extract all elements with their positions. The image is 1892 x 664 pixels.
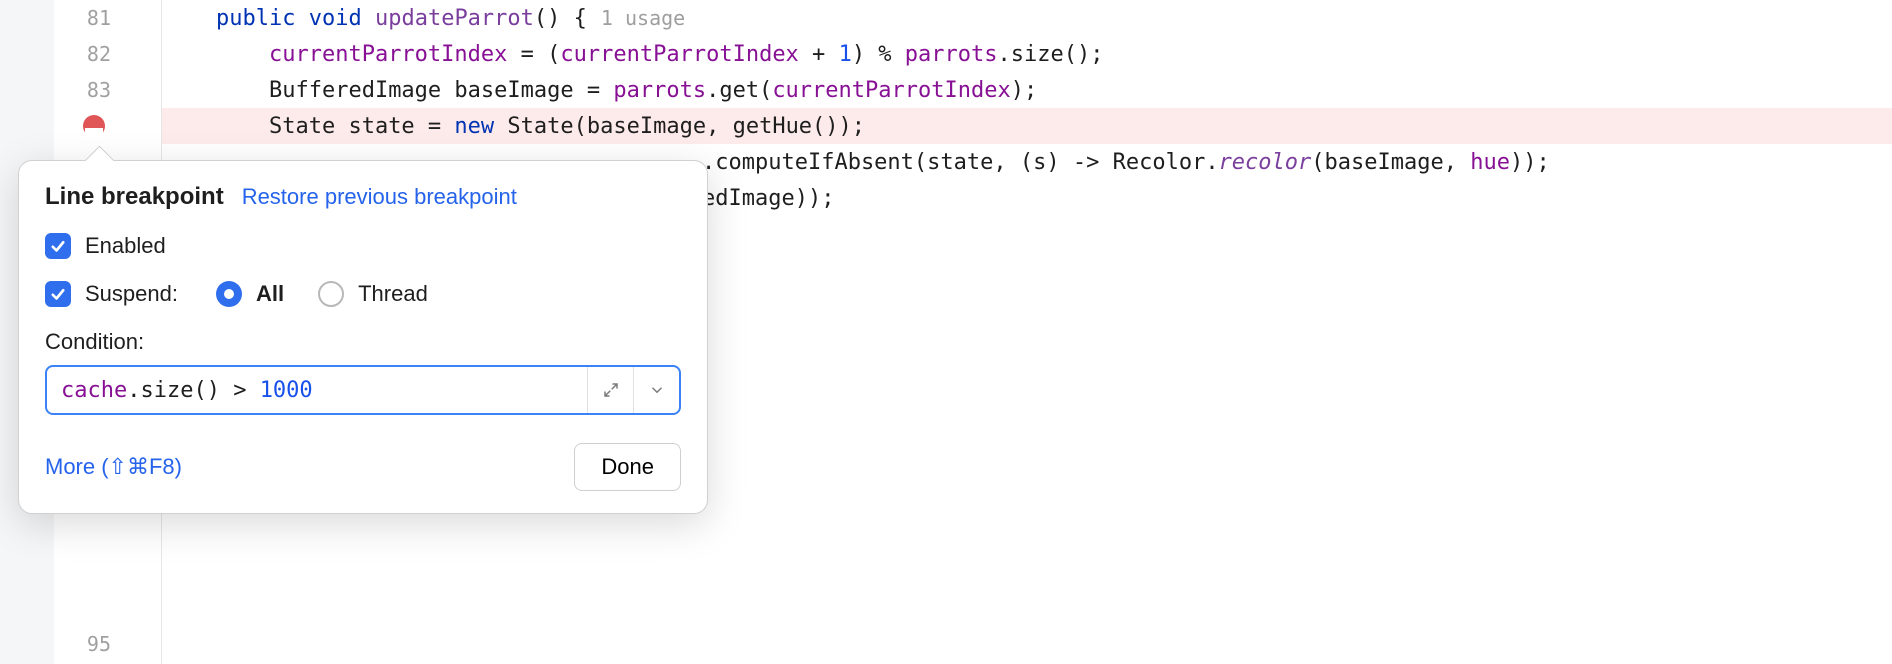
condition-input[interactable]: cache.size() > 1000 (47, 367, 587, 413)
gutter[interactable] (0, 108, 162, 144)
popup-header: Line breakpoint Restore previous breakpo… (45, 183, 681, 211)
code-text[interactable]: State state = new State(baseImage, getHu… (162, 114, 865, 139)
line-number: 83 (87, 78, 161, 102)
suspend-label: Suspend: (85, 281, 178, 307)
code-line: 83 BufferedImage baseImage = parrots.get… (0, 72, 1892, 108)
expand-icon[interactable] (587, 367, 633, 413)
popup-title: Line breakpoint (45, 183, 224, 211)
code-text[interactable]: currentParrotIndex = (currentParrotIndex… (162, 42, 1103, 67)
check-icon (49, 285, 67, 303)
suspend-thread-radio[interactable] (318, 281, 344, 307)
gutter[interactable]: 81 (0, 0, 162, 36)
line-number: 82 (87, 42, 161, 66)
line-number: 81 (87, 6, 161, 30)
gutter[interactable]: 83 (0, 72, 162, 108)
restore-breakpoint-link[interactable]: Restore previous breakpoint (242, 184, 517, 210)
code-line: 81 public void updateParrot() {1 usage (0, 0, 1892, 36)
gutter[interactable]: 82 (0, 36, 162, 72)
popup-footer: More (⇧⌘F8) Done (45, 443, 681, 491)
breakpoint-popup: Line breakpoint Restore previous breakpo… (18, 160, 708, 514)
suspend-checkbox[interactable] (45, 281, 71, 307)
enabled-label: Enabled (85, 233, 166, 259)
condition-input-wrap: cache.size() > 1000 (45, 365, 681, 415)
done-button[interactable]: Done (574, 443, 681, 491)
code-text[interactable]: public void updateParrot() {1 usage (162, 6, 685, 31)
suspend-row: Suspend: All Thread (45, 281, 681, 307)
suspend-all-radio[interactable] (216, 281, 242, 307)
radio-thread-label: Thread (358, 281, 428, 307)
chevron-down-icon[interactable] (633, 367, 679, 413)
more-link[interactable]: More (⇧⌘F8) (45, 454, 182, 480)
enabled-row: Enabled (45, 233, 681, 259)
enabled-checkbox[interactable] (45, 233, 71, 259)
breakpoint-icon[interactable] (83, 115, 105, 137)
check-icon (49, 237, 67, 255)
condition-label: Condition: (45, 329, 681, 355)
line-number: 95 (87, 632, 111, 656)
usage-hint[interactable]: 1 usage (587, 6, 685, 30)
radio-all-label: All (256, 281, 284, 307)
code-line-breakpoint: State state = new State(baseImage, getHu… (0, 108, 1892, 144)
code-text[interactable]: BufferedImage baseImage = parrots.get(cu… (162, 78, 1037, 103)
code-line: 82 currentParrotIndex = (currentParrotIn… (0, 36, 1892, 72)
